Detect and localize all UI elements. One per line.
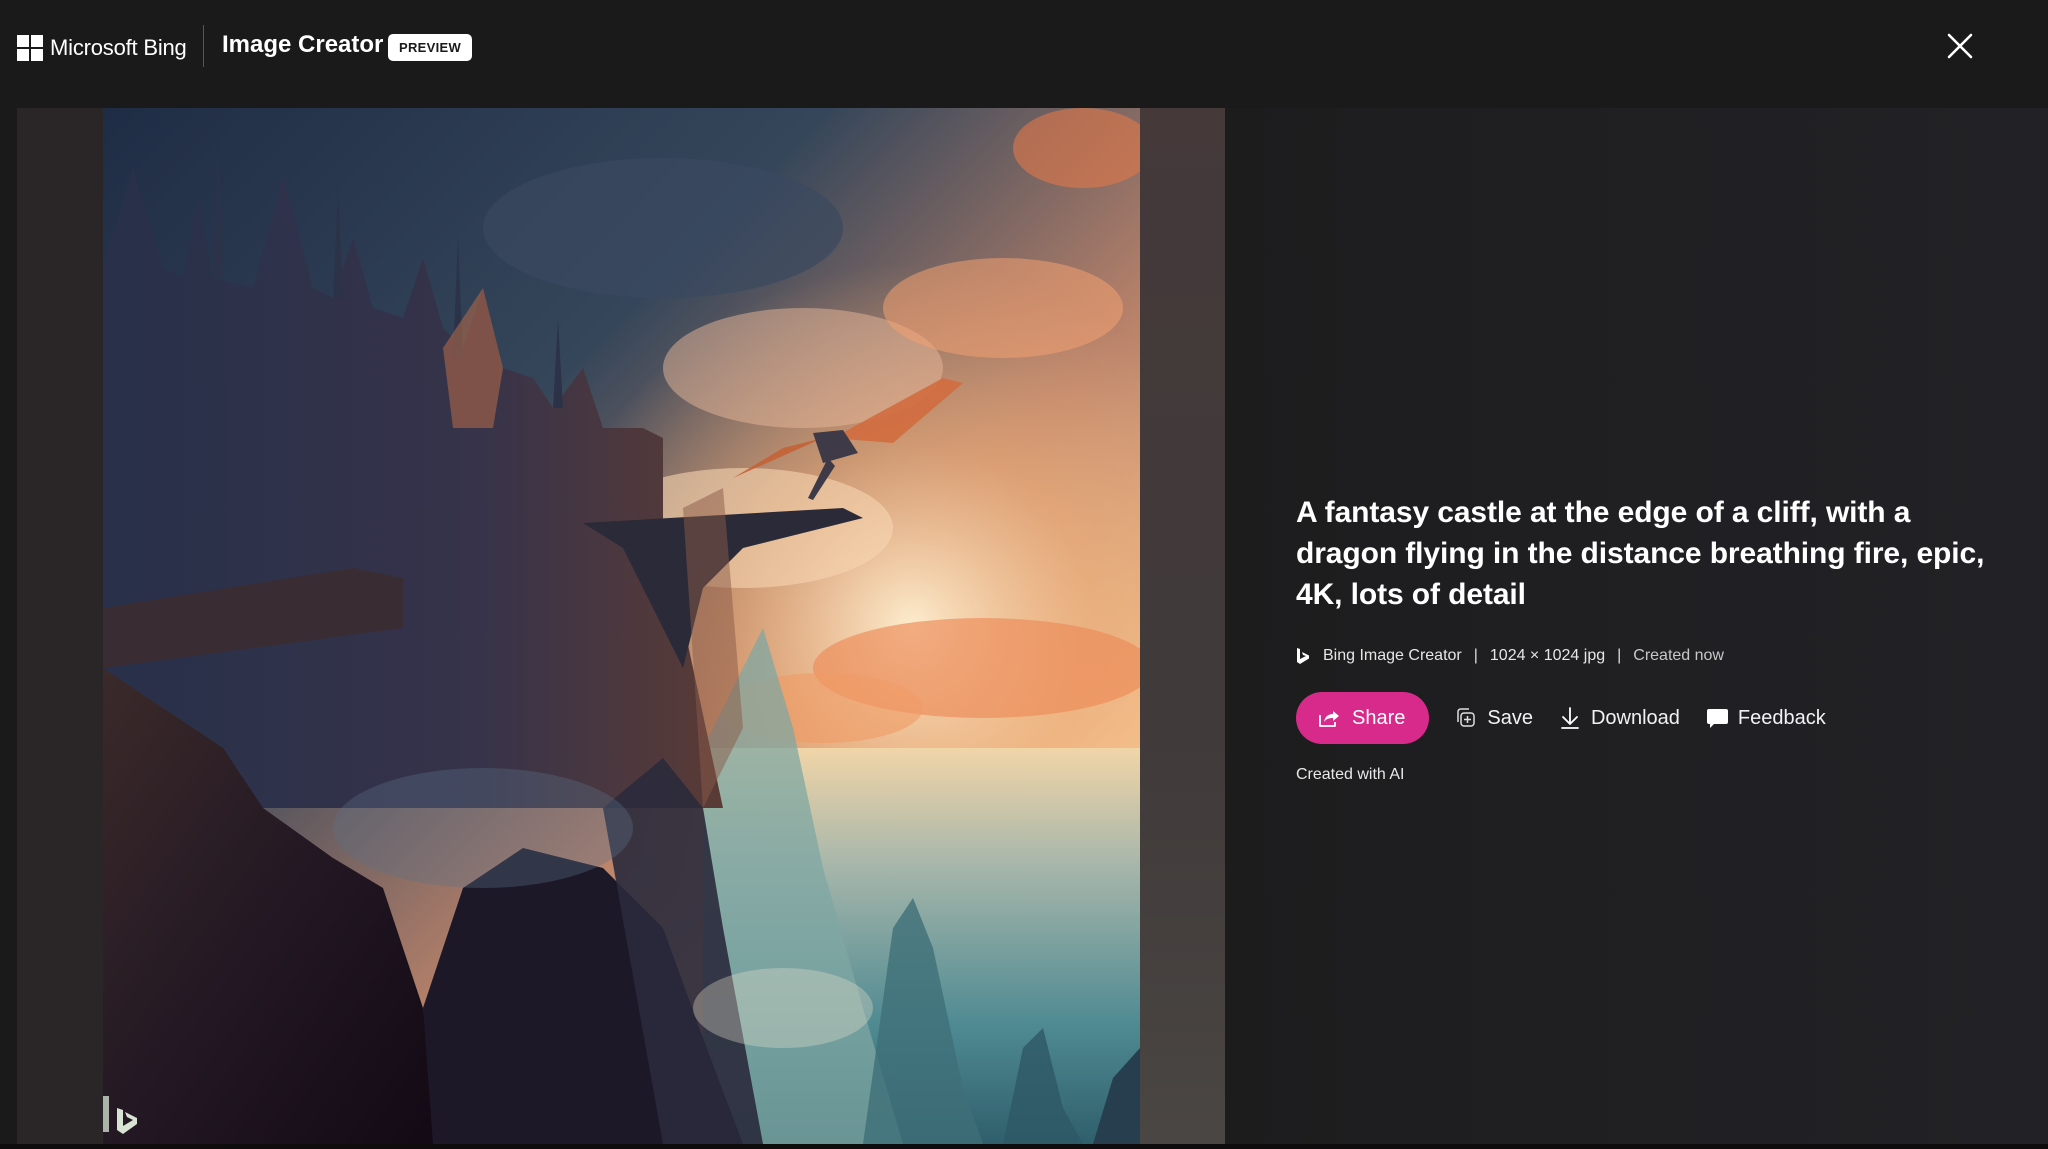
dimensions-label: 1024 × 1024 jpg bbox=[1489, 647, 1606, 664]
download-icon bbox=[1561, 707, 1579, 729]
image-viewer: Microsoft Bing Image Creator PREVIEW A f… bbox=[0, 0, 2048, 1149]
ai-disclaimer: Created with AI bbox=[1296, 766, 1405, 783]
close-icon bbox=[1947, 33, 1973, 59]
product-title[interactable]: Image Creator bbox=[222, 31, 383, 59]
download-label: Download bbox=[1590, 706, 1680, 729]
download-button[interactable]: Download bbox=[1559, 706, 1680, 730]
share-label: Share bbox=[1352, 706, 1406, 729]
save-collection-icon bbox=[1457, 708, 1476, 727]
bing-watermark-icon bbox=[103, 1096, 137, 1134]
bottom-edge bbox=[0, 1144, 2048, 1149]
feedback-icon bbox=[1706, 709, 1728, 728]
microsoft-bing-logo[interactable]: Microsoft Bing bbox=[17, 34, 187, 62]
image-metadata: Bing Image Creator | 1024 × 1024 jpg | C… bbox=[1296, 645, 2016, 667]
feedback-button[interactable]: Feedback bbox=[1706, 706, 1826, 730]
save-label: Save bbox=[1487, 706, 1533, 729]
feedback-label: Feedback bbox=[1737, 706, 1826, 729]
header: Microsoft Bing Image Creator PREVIEW bbox=[0, 0, 2048, 108]
bing-b-icon bbox=[1297, 648, 1309, 664]
source-label[interactable]: Bing Image Creator bbox=[1323, 647, 1462, 665]
share-icon bbox=[1319, 711, 1339, 727]
prompt-text: A fantasy castle at the edge of a cliff,… bbox=[1296, 496, 1985, 611]
action-bar: Share Save Download Feedback bbox=[1296, 692, 2016, 744]
windows-logo-icon bbox=[17, 35, 43, 61]
preview-badge: PREVIEW bbox=[388, 34, 473, 61]
image-panel bbox=[17, 108, 1225, 1144]
separator: | bbox=[1473, 647, 1478, 664]
image-details: A fantasy castle at the edge of a cliff,… bbox=[1296, 492, 2016, 784]
separator: | bbox=[1617, 647, 1622, 664]
header-divider bbox=[203, 25, 204, 67]
created-time: Created now bbox=[1633, 647, 1724, 664]
generated-image[interactable] bbox=[103, 108, 1140, 1144]
brand-name: Microsoft Bing bbox=[50, 35, 187, 60]
castle-dragon-artwork bbox=[103, 108, 1140, 1144]
share-button[interactable]: Share bbox=[1296, 692, 1430, 744]
save-button[interactable]: Save bbox=[1455, 706, 1533, 730]
close-button[interactable] bbox=[1944, 30, 1976, 62]
